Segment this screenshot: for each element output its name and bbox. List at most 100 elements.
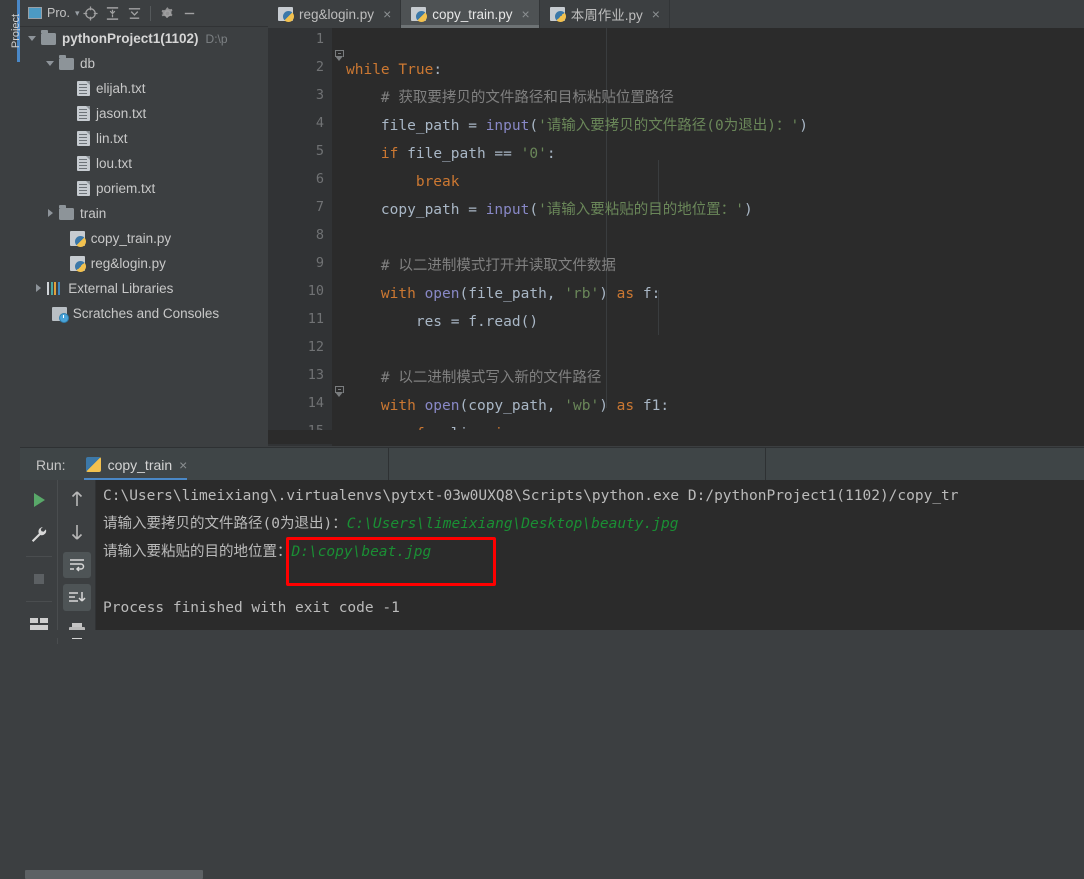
chevron-down-icon[interactable] bbox=[44, 57, 57, 70]
python-file-icon bbox=[549, 7, 566, 22]
python-icon bbox=[85, 457, 101, 472]
run-icon[interactable] bbox=[25, 486, 53, 514]
close-icon[interactable]: × bbox=[652, 7, 660, 21]
tree-item-lin-txt[interactable]: lin.txt bbox=[20, 126, 268, 151]
editor-horizontal-scrollbar[interactable] bbox=[268, 430, 1084, 444]
tree-item-lou-txt[interactable]: lou.txt bbox=[20, 151, 268, 176]
code-token: ) bbox=[744, 202, 753, 218]
close-icon[interactable]: × bbox=[383, 7, 391, 21]
tree-item-jason-txt[interactable]: jason.txt bbox=[20, 101, 268, 126]
project-view-icon bbox=[28, 7, 42, 19]
tree-item-label: lou.txt bbox=[96, 156, 133, 171]
console-line: Process finished with exit code -1 bbox=[103, 594, 400, 622]
run-console-output[interactable]: C:\Users\limeixiang\.virtualenvs\pytxt-0… bbox=[96, 480, 1084, 638]
code-token: f: bbox=[642, 286, 661, 302]
line-number: 5 bbox=[315, 143, 324, 159]
collapse-all-icon[interactable] bbox=[123, 2, 145, 24]
line-number: 3 bbox=[315, 87, 324, 103]
run-tab-bar: Run: copy_train × bbox=[20, 447, 1084, 481]
minimize-icon[interactable] bbox=[178, 2, 200, 24]
code-token: ) bbox=[799, 118, 808, 134]
pycharm-window: Project Pro. ▾ pythonProject1(1102) D:\p… bbox=[0, 0, 1084, 879]
tree-item-reg-login-py[interactable]: reg&login.py bbox=[20, 251, 268, 276]
python-file-icon bbox=[411, 7, 428, 22]
code-token: # 以二进制模式打开并读取文件数据 bbox=[346, 258, 616, 274]
editor-tab-reg-login-py[interactable]: reg&login.py × bbox=[268, 0, 402, 28]
tree-item-poriem-txt[interactable]: poriem.txt bbox=[20, 176, 268, 201]
file-icon bbox=[77, 181, 90, 196]
code-token: '请输入要拷贝的文件路径(0为退出)：' bbox=[538, 118, 800, 134]
expand-all-icon[interactable] bbox=[101, 2, 123, 24]
project-panel: Pro. ▾ pythonProject1(1102) D:\p db elijah.… bbox=[20, 0, 268, 879]
line-number: 4 bbox=[315, 115, 324, 131]
code-token: 'wb' bbox=[564, 398, 600, 414]
tabbar-divider bbox=[765, 448, 766, 481]
line-number: 14 bbox=[307, 395, 324, 411]
tree-item-scratches-and-consoles[interactable]: Scratches and Consoles bbox=[20, 301, 268, 326]
close-icon[interactable]: × bbox=[179, 457, 187, 473]
console-text: C:\Users\limeixiang\.virtualenvs\pytxt-0… bbox=[103, 488, 959, 504]
tree-item-train[interactable]: train bbox=[20, 201, 268, 226]
code-fold-marker[interactable] bbox=[334, 50, 346, 62]
stop-icon[interactable] bbox=[25, 565, 53, 593]
code-line: with open(copy_path, 'wb') as f1: bbox=[346, 392, 669, 420]
gear-icon[interactable] bbox=[156, 2, 178, 24]
wrench-icon[interactable] bbox=[25, 520, 53, 548]
code-token: break bbox=[415, 174, 460, 190]
editor-area: reg&login.py × copy_train.py × 本周作业.py × 1234… bbox=[268, 0, 1084, 446]
editor-tab-copy-train-py[interactable]: copy_train.py × bbox=[401, 0, 540, 28]
scroll-up-icon[interactable] bbox=[63, 486, 91, 513]
locate-icon[interactable] bbox=[79, 2, 101, 24]
project-title-label: Pro. bbox=[47, 6, 70, 20]
folder-icon bbox=[59, 54, 74, 70]
editor-tab-bar: reg&login.py × copy_train.py × 本周作业.py × bbox=[268, 0, 1084, 28]
chevron-right-icon[interactable] bbox=[32, 282, 45, 295]
tree-item-label: train bbox=[80, 206, 107, 221]
tabbar-divider bbox=[388, 448, 389, 481]
chevron-down-icon[interactable] bbox=[26, 32, 39, 45]
code-token: # 获取要拷贝的文件路径和目标粘贴位置路径 bbox=[346, 90, 674, 106]
tree-item-label: reg&login.py bbox=[90, 256, 166, 271]
folder-icon bbox=[59, 204, 74, 220]
run-label: Run: bbox=[36, 456, 66, 473]
tree-item-pythonproject1-1102-[interactable]: pythonProject1(1102) D:\p bbox=[20, 26, 268, 51]
soft-wrap-icon[interactable] bbox=[62, 551, 91, 579]
project-tree[interactable]: pythonProject1(1102) D:\p db elijah.txt jaso… bbox=[20, 26, 268, 430]
tree-item-external-libraries[interactable]: External Libraries bbox=[20, 276, 268, 301]
line-number: 9 bbox=[315, 255, 324, 271]
code-line: if file_path == '0': bbox=[346, 140, 556, 168]
code-line: # 以二进制模式写入新的文件路径 bbox=[346, 364, 601, 392]
code-content[interactable]: while True: # 获取要拷贝的文件路径和目标粘贴位置路径 file_p… bbox=[346, 28, 1084, 446]
code-token: input bbox=[485, 202, 530, 218]
run-toolbar bbox=[20, 480, 96, 644]
code-token: as bbox=[616, 398, 643, 414]
scroll-down-icon[interactable] bbox=[63, 519, 91, 546]
scroll-to-end-icon[interactable] bbox=[62, 584, 91, 612]
editor-tab-label: copy_train.py bbox=[432, 6, 513, 22]
code-token: if bbox=[380, 146, 408, 162]
code-line: with open(file_path, 'rb') as f: bbox=[346, 280, 660, 308]
close-icon[interactable]: × bbox=[522, 7, 530, 21]
editor-tab--py[interactable]: 本周作业.py × bbox=[540, 0, 670, 28]
chevron-right-icon[interactable] bbox=[44, 207, 57, 220]
scratches-icon bbox=[51, 306, 69, 323]
code-token: as bbox=[616, 286, 643, 302]
console-text: 请输入要粘贴的目的地位置： bbox=[103, 544, 292, 560]
tree-item-db[interactable]: db bbox=[20, 51, 268, 76]
tree-item-copy-train-py[interactable]: copy_train.py bbox=[20, 226, 268, 251]
run-tab-copy-train[interactable]: copy_train × bbox=[83, 448, 196, 481]
code-token: input bbox=[485, 118, 530, 134]
tree-item-elijah-txt[interactable]: elijah.txt bbox=[20, 76, 268, 101]
tree-item-label: poriem.txt bbox=[96, 181, 156, 196]
code-fold-marker[interactable] bbox=[334, 386, 346, 398]
project-horizontal-scrollbar[interactable] bbox=[25, 870, 203, 879]
code-token: open bbox=[424, 286, 460, 302]
project-panel-title[interactable]: Pro. ▾ bbox=[28, 6, 79, 20]
code-token: f1: bbox=[642, 398, 670, 414]
file-icon bbox=[77, 156, 90, 171]
